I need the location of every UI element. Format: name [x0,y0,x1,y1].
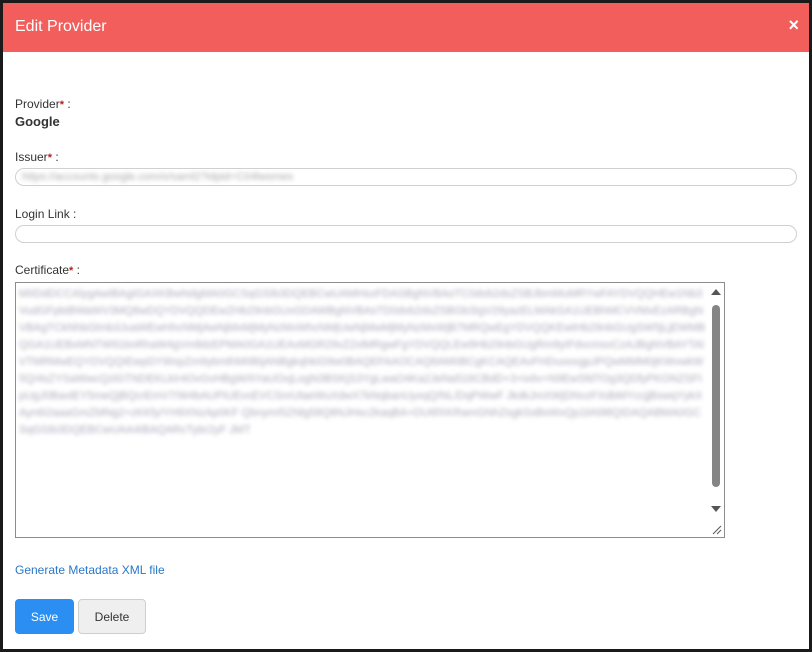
modal-header: Edit Provider × [3,3,809,52]
resize-handle-icon[interactable] [709,522,723,536]
issuer-label-group: Issuer* : [15,150,59,164]
save-button[interactable]: Save [15,599,74,634]
login-link-label: Login Link : [15,207,77,221]
issuer-input[interactable]: https://accounts.google.com/o/saml2?idpi… [15,168,797,186]
scrollbar-thumb[interactable] [712,305,720,487]
provider-colon: : [67,97,71,111]
scroll-up-icon[interactable] [711,289,721,295]
modal-title: Edit Provider [15,18,107,35]
delete-button[interactable]: Delete [78,599,146,634]
scroll-down-icon[interactable] [711,506,721,512]
edit-provider-modal: Edit Provider × Provider* : Google Issue… [0,0,812,652]
certificate-scrollbar[interactable] [707,283,724,537]
certificate-label-group: Certificate* : [15,263,80,277]
issuer-colon: : [55,150,59,164]
certificate-text: MIIDdDCCAlygAwIBAgIGAXKBwNdgMA0GCSqGSIb3… [19,288,706,436]
provider-label: Provider [15,97,60,111]
login-link-input[interactable] [15,225,797,243]
issuer-label: Issuer [15,150,48,164]
provider-label-group: Provider* : [15,97,71,111]
certificate-label: Certificate [15,263,70,277]
certificate-textarea[interactable]: MIIDdDCCAlygAwIBAgIGAXKBwNdgMA0GCSqGSIb3… [15,282,725,538]
generate-metadata-link[interactable]: Generate Metadata XML file [15,563,165,577]
required-mark-provider: * [59,99,64,111]
certificate-colon: : [76,263,80,277]
issuer-input-value: https://accounts.google.com/o/saml2?idpi… [22,171,294,183]
close-icon[interactable]: × [788,15,799,35]
required-mark-issuer: * [47,152,52,164]
provider-value: Google [15,114,60,129]
required-mark-certificate: * [69,265,74,277]
